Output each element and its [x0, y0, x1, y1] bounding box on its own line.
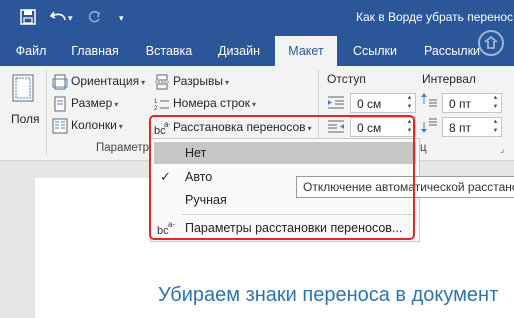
paragraph-group-label: ц — [420, 142, 427, 154]
spinner-arrows-icon[interactable]: ▲ ▼ — [404, 94, 415, 112]
indent-left-field[interactable]: 0 см ▲ ▼ — [350, 93, 416, 113]
menu-item-hyphenation-options-label: Параметры расстановки переносов... — [185, 221, 403, 235]
tab-file[interactable]: Файл — [8, 36, 54, 66]
tab-home[interactable]: Главная — [60, 36, 130, 66]
chevron-down-icon: ▾ — [307, 124, 312, 133]
columns-label: Колонки — [71, 118, 117, 132]
breaks-button[interactable]: Разрывы ▾ — [154, 72, 229, 90]
margins-label: Поля — [11, 112, 40, 126]
indent-header: Отступ — [327, 72, 366, 86]
breaks-icon — [154, 74, 170, 90]
hyphenation-button[interactable]: bca-Расстановка переносов▾ — [154, 118, 312, 137]
line-numbers-button[interactable]: 1 2 Номера строк ▾ — [154, 94, 256, 112]
separator — [46, 70, 47, 156]
spinner-arrows-icon[interactable]: ▲ ▼ — [490, 94, 501, 112]
page-setup-group-label: Параметр — [96, 142, 150, 154]
ribbon-tabs: Файл Главная Вставка Дизайн Макет Ссылки… — [0, 30, 514, 66]
hyphenation-label: Расстановка переносов — [173, 120, 306, 134]
breaks-label: Разрывы — [173, 74, 223, 88]
indent-left-icon — [327, 95, 345, 112]
line-numbers-label: Номера строк — [173, 96, 251, 110]
spinner-arrows-icon[interactable]: ▲ ▼ — [404, 118, 415, 136]
orientation-icon — [52, 74, 68, 90]
menu-divider — [181, 214, 413, 215]
chevron-down-icon: ▾ — [252, 100, 257, 109]
tab-insert[interactable]: Вставка — [136, 36, 202, 66]
chevron-down-icon: ▾ — [224, 78, 229, 87]
menu-item-auto-label: Авто — [185, 170, 213, 184]
document-heading: Убираем знаки переноса в документ — [158, 284, 499, 306]
spacing-before-field[interactable]: 0 пт ▲ ▼ — [442, 93, 502, 113]
save-icon[interactable] — [20, 9, 36, 27]
indent-left-value: 0 см — [357, 97, 382, 111]
size-button[interactable]: Размер ▾ — [52, 94, 118, 112]
margins-button[interactable]: Поля — [6, 74, 40, 134]
spacing-after-icon — [420, 116, 438, 137]
tab-layout[interactable]: Макет — [275, 36, 337, 66]
tab-references[interactable]: Ссылки — [342, 36, 408, 66]
customize-qat-icon[interactable]: ▾ — [119, 9, 124, 27]
spacing-after-value: 8 пт — [449, 121, 472, 135]
undo-icon[interactable] — [49, 9, 68, 27]
chevron-down-icon: ▾ — [118, 122, 123, 131]
menu-item-none[interactable]: Нет — [154, 142, 416, 164]
spacing-before-icon — [420, 92, 438, 113]
window-title: Как в Ворде убрать перенос с — [356, 10, 514, 24]
spacing-after-field[interactable]: 8 пт ▲ ▼ — [442, 117, 502, 137]
size-label: Размер — [71, 96, 113, 110]
margins-icon — [12, 74, 34, 105]
hyphenation-options-icon: bc a- — [157, 220, 175, 243]
chevron-down-icon: ▾ — [114, 100, 119, 109]
svg-text:1: 1 — [154, 99, 158, 105]
dialog-launcher-icon[interactable]: ⌟ — [500, 144, 504, 155]
tab-design[interactable]: Дизайн — [208, 36, 270, 66]
tooltip: Отключение автоматической расстано — [296, 176, 514, 198]
line-numbers-icon: 12 — [154, 96, 170, 112]
columns-icon — [52, 118, 68, 134]
size-icon — [52, 96, 68, 112]
spinner-arrows-icon[interactable]: ▲ ▼ — [490, 118, 501, 136]
menu-item-none-label: Нет — [185, 146, 207, 160]
svg-text:2: 2 — [154, 106, 158, 112]
redo-icon[interactable] — [86, 9, 102, 27]
indent-right-icon — [327, 119, 345, 136]
hyphenation-icon: bca- — [154, 120, 171, 137]
columns-button[interactable]: Колонки ▾ — [52, 116, 123, 134]
chevron-down-icon: ▾ — [141, 78, 146, 87]
orientation-button[interactable]: Ориентация ▾ — [52, 72, 145, 90]
spacing-before-value: 0 пт — [449, 97, 472, 111]
svg-text:a-: a- — [164, 120, 170, 129]
svg-text:a-: a- — [168, 220, 175, 229]
checkmark-icon: ✓ — [160, 169, 171, 184]
indent-right-value: 0 см — [357, 121, 382, 135]
orientation-label: Ориентация — [71, 74, 140, 88]
indent-right-field[interactable]: 0 см ▲ ▼ — [350, 117, 416, 137]
spacing-header: Интервал — [422, 72, 476, 86]
undo-dropdown-icon[interactable]: ▾ — [68, 9, 73, 27]
title-bar: ▾ ▾ Как в Ворде убрать перенос с — [0, 0, 514, 36]
menu-item-hyphenation-options[interactable]: bc a- Параметры расстановки переносов... — [151, 217, 419, 239]
menu-item-manual-label: Ручная — [185, 193, 227, 207]
watermark-logo-icon — [476, 28, 506, 61]
